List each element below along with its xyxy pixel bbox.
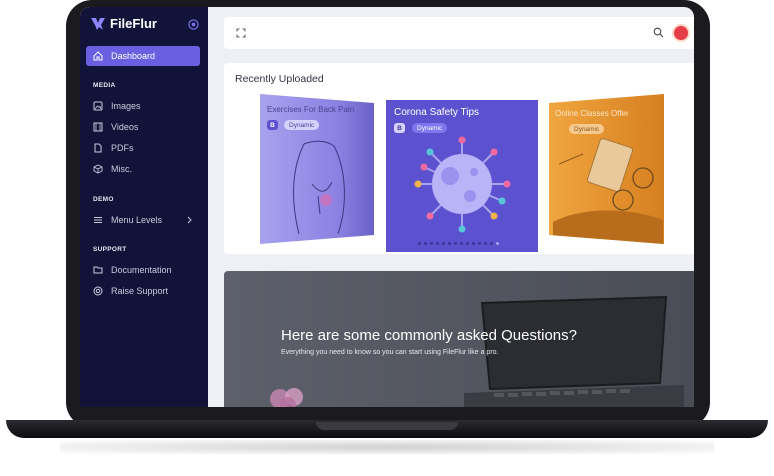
carousel-dot[interactable] [424, 242, 427, 245]
carousel-dot[interactable] [436, 242, 439, 245]
carousel-slide-2[interactable]: Corona Safety Tips B Dynamic [386, 100, 538, 252]
sidebar-item-label: Menu Levels [111, 215, 163, 225]
recently-uploaded-card: Recently Uploaded Exercises For Back Pai… [224, 63, 694, 254]
sidebar-item-label: PDFs [111, 143, 134, 153]
faq-banner: Here are some commonly asked Questions? … [224, 271, 694, 407]
slide-badge: B [267, 120, 278, 130]
search-icon[interactable] [653, 27, 664, 38]
sidebar-item-pdfs[interactable]: PDFs [86, 138, 200, 158]
slide-title: Exercises For Back Pain [267, 105, 355, 114]
avatar[interactable] [672, 24, 690, 42]
slide-tag: Dynamic [284, 120, 320, 130]
sidebar-toggle-icon[interactable] [188, 19, 199, 30]
sidebar-item-label: Raise Support [111, 286, 169, 296]
sidebar-item-images[interactable]: Images [86, 96, 200, 116]
carousel-dot[interactable] [484, 242, 487, 245]
slide-title: Online Classes Offer [555, 109, 629, 118]
section-label-media: MEDIA [93, 82, 116, 89]
carousel-dot[interactable] [478, 242, 481, 245]
logo-icon [91, 17, 105, 30]
sidebar-item-misc[interactable]: Misc. [86, 159, 200, 179]
file-icon [92, 143, 103, 154]
section-label-demo: DEMO [93, 196, 114, 203]
flower-illustration [270, 388, 303, 407]
app-screen: FileFlur Dashboard MEDIA Images Videos P… [80, 7, 694, 407]
fullscreen-icon[interactable] [236, 28, 246, 38]
lifebuoy-icon [92, 286, 103, 297]
online-class-illustration [553, 138, 663, 244]
laptop-photo-illustration [464, 295, 684, 407]
carousel-slide-3[interactable]: Online Classes Offer Dynamic [549, 94, 664, 244]
faq-title: Here are some commonly asked Questions? [281, 327, 577, 344]
menu-icon [92, 215, 103, 226]
carousel-dot[interactable] [442, 242, 445, 245]
app-name: FileFlur [110, 16, 157, 31]
slide-tag: Dynamic [569, 124, 605, 134]
carousel-dot[interactable] [454, 242, 457, 245]
card-title: Recently Uploaded [235, 73, 324, 85]
image-icon [92, 101, 103, 112]
carousel-dot[interactable] [448, 242, 451, 245]
section-label-support: SUPPORT [93, 246, 127, 253]
folder-icon [92, 265, 103, 276]
virus-illustration [414, 136, 511, 233]
slide-title: Corona Safety Tips [394, 107, 480, 118]
top-bar [224, 17, 694, 49]
sidebar-item-videos[interactable]: Videos [86, 117, 200, 137]
laptop-shadow [60, 440, 714, 454]
sidebar-item-documentation[interactable]: Documentation [86, 260, 200, 280]
carousel-slide-1[interactable]: Exercises For Back Pain B Dynamic [260, 94, 374, 244]
carousel-dot[interactable] [466, 242, 469, 245]
sidebar-item-label: Dashboard [111, 51, 156, 61]
carousel-dot[interactable] [472, 242, 475, 245]
carousel-dots [418, 242, 499, 245]
carousel-dot[interactable] [460, 242, 463, 245]
laptop-hinge [316, 422, 458, 430]
faq-subtitle: Everything you need to know so you can s… [281, 349, 499, 356]
back-pain-illustration [293, 140, 345, 235]
chevron-right-icon [187, 216, 192, 224]
sidebar-item-menu-levels[interactable]: Menu Levels [86, 210, 200, 230]
app-logo[interactable]: FileFlur [90, 16, 157, 31]
carousel-dot[interactable] [490, 242, 493, 245]
home-icon [92, 51, 103, 62]
box-icon [92, 164, 103, 175]
main-content: Recently Uploaded Exercises For Back Pai… [208, 7, 694, 407]
slide-tag: Dynamic [412, 123, 448, 133]
slide-badge: B [394, 123, 405, 133]
sidebar-item-label: Videos [111, 122, 139, 132]
sidebar-item-label: Documentation [111, 265, 172, 275]
sidebar-item-dashboard[interactable]: Dashboard [86, 46, 200, 66]
carousel-dot[interactable] [418, 242, 421, 245]
video-icon [92, 122, 103, 133]
carousel-dot[interactable] [430, 242, 433, 245]
sidebar-item-raise-support[interactable]: Raise Support [86, 281, 200, 301]
sidebar: FileFlur Dashboard MEDIA Images Videos P… [80, 7, 208, 407]
sidebar-item-label: Images [111, 101, 141, 111]
sidebar-item-label: Misc. [111, 164, 132, 174]
carousel-dot[interactable] [496, 242, 499, 245]
